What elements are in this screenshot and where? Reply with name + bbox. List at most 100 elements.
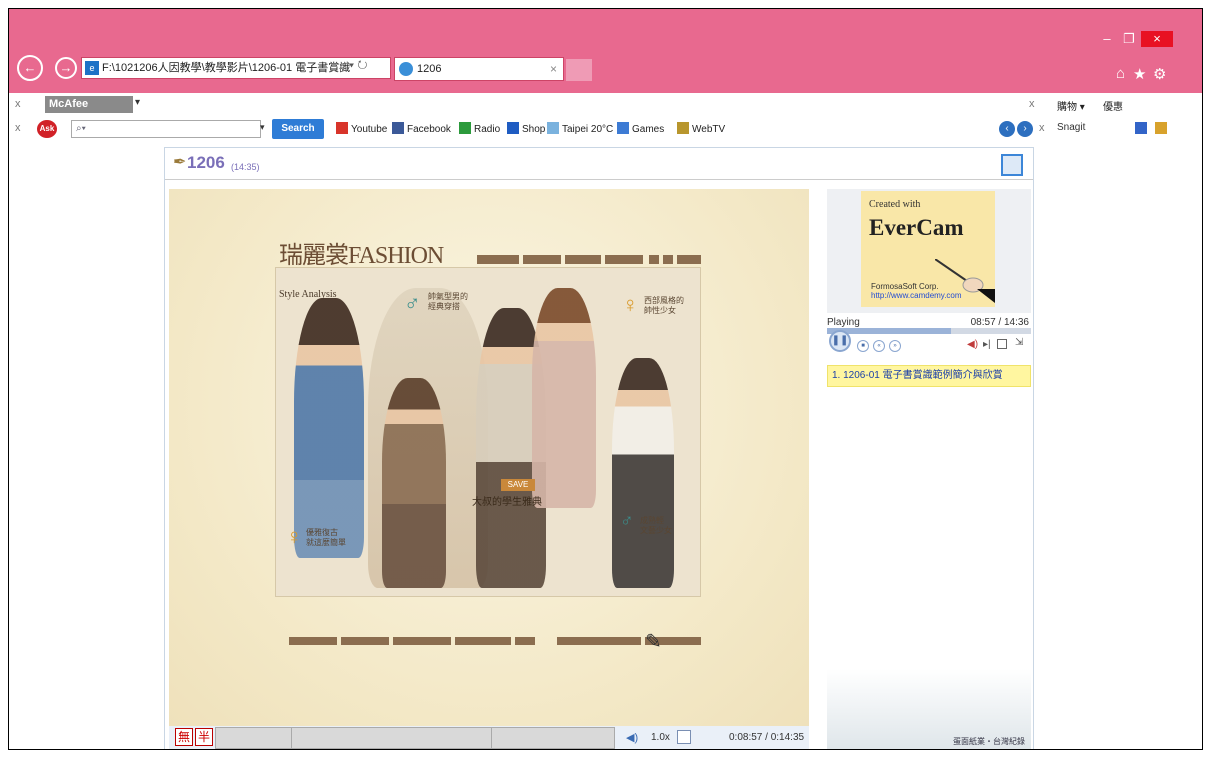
toolbar-close-icon[interactable]: x	[15, 98, 21, 110]
chapter-item[interactable]: 1. 1206-01 電子書賞識範例簡介與欣賞	[827, 365, 1031, 387]
female-symbol-icon: ♀	[286, 524, 303, 549]
back-button[interactable]: ←	[17, 55, 43, 81]
model-figure-5	[612, 358, 674, 588]
shortcut-link[interactable]: Radio	[459, 122, 500, 135]
ask-logo[interactable]: Ask	[37, 120, 57, 138]
rewind-button[interactable]: «	[873, 340, 885, 352]
address-text: F:\1021206人因教學\教學影片\1206-01 電子書賞識	[102, 62, 351, 74]
magazine-nav-pill	[663, 255, 673, 264]
shortcut-label: WebTV	[692, 124, 726, 135]
shortcut-icon	[459, 122, 471, 134]
address-search-refresh-icon[interactable]: ⌕ ▾ ↻	[339, 58, 368, 73]
shortcut-link[interactable]: Youtube	[336, 122, 387, 135]
magazine-nav-pill	[477, 255, 519, 264]
player-title: 1206	[187, 153, 225, 172]
scenery-caption: 蛋面紙業・台灣紀錄	[953, 737, 1025, 746]
shopping-button[interactable]: 購物 ▾	[1057, 98, 1085, 113]
caption-4: 成熟輕 文藝少女	[640, 516, 672, 535]
shortcut-link[interactable]: Games	[617, 122, 664, 135]
search-button[interactable]: Search	[272, 119, 324, 139]
ask-back-icon[interactable]: ‹	[999, 121, 1015, 137]
favorites-icon[interactable]: ★	[1133, 65, 1146, 83]
snagit-close-icon[interactable]: x	[1039, 122, 1045, 134]
model-figure-4	[532, 288, 596, 508]
magazine-nav-pill	[649, 255, 659, 264]
playback-speed[interactable]: 1.0x	[651, 732, 670, 743]
ask-dropdown-icon[interactable]: ▾	[260, 122, 265, 133]
maximize-button[interactable]: ❐	[1117, 31, 1141, 47]
magazine-nav-pill	[565, 255, 601, 264]
snagit-capture-icon[interactable]	[1135, 122, 1147, 134]
ask-forward-icon[interactable]: ›	[1017, 121, 1033, 137]
magazine-nav-segment	[557, 637, 641, 645]
fit-screen-icon[interactable]	[677, 730, 691, 744]
pause-button[interactable]: ❚❚	[829, 330, 851, 352]
player-duration: (14:35)	[231, 162, 260, 172]
shortcut-label: Facebook	[407, 124, 451, 135]
ime-composition-bar[interactable]	[215, 727, 615, 749]
magazine-nav-segment	[393, 637, 451, 645]
magazine-spread: ♂ 帥氣型男的 經典穿搭 ♀ 西部風格的 帥性少女 ♀ 優雅復古 就這麼簡單 ♂…	[275, 267, 701, 597]
mcafee-dropdown-icon[interactable]: ▾	[135, 97, 140, 108]
quill-icon: ✒	[173, 154, 187, 171]
shortcut-link[interactable]: Facebook	[392, 122, 451, 135]
fast-forward-button[interactable]: »	[889, 340, 901, 352]
shortcut-link[interactable]: Taipei 20°C	[547, 122, 613, 135]
playback-time: 08:57 / 14:36	[970, 317, 1029, 328]
snagit-editor-icon[interactable]	[1155, 122, 1167, 134]
male-symbol-icon: ♂	[404, 290, 421, 315]
ask-toolbar: x Ask ⌕▾ ▾ Search Youtube Facebook Radio Sh…	[9, 117, 1202, 141]
toolbar-close-icon-right[interactable]: x	[1029, 98, 1035, 110]
new-tab-button[interactable]	[566, 59, 592, 81]
side-panel: Created with EverCam FormosaSoft Corp. h…	[827, 189, 1033, 749]
home-icon[interactable]: ⌂	[1116, 65, 1125, 82]
shortcut-link[interactable]: Shop	[507, 122, 545, 135]
ime-mode-button[interactable]: 無	[175, 728, 193, 746]
ime-bar-segment	[216, 728, 292, 748]
magazine-nav-pill	[605, 255, 643, 264]
caption-1: 帥氣型男的 經典穿搭	[428, 292, 468, 311]
magazine-nav-segment	[341, 637, 389, 645]
minimize-button[interactable]: –	[1097, 31, 1117, 47]
shortcut-icon	[336, 122, 348, 134]
cursor-icon[interactable]: ⇲	[1015, 337, 1023, 348]
ask-search-input[interactable]: ⌕▾	[71, 120, 261, 138]
shortcut-icon	[677, 122, 689, 134]
coupon-button[interactable]: 優惠	[1103, 98, 1123, 113]
save-heading: 大叔的學生雅典	[472, 497, 542, 508]
next-chapter-icon[interactable]: ▸|	[983, 339, 991, 350]
volume-icon[interactable]: ◀)	[967, 339, 978, 350]
shortcut-icon	[507, 122, 519, 134]
tab-close-icon[interactable]: ×	[550, 58, 557, 80]
magazine-nav-segment	[515, 637, 535, 645]
progress-bar[interactable]	[827, 328, 1031, 334]
close-button[interactable]: ×	[1141, 31, 1173, 47]
screen-toggle-icon[interactable]	[997, 339, 1007, 349]
model-figure-1	[294, 298, 364, 558]
gear-icon[interactable]: ⚙	[1153, 65, 1166, 83]
ime-bar-segment	[292, 728, 492, 748]
shortcut-link[interactable]: WebTV	[677, 122, 725, 135]
tab-1206[interactable]: 1206 ×	[394, 57, 564, 81]
ask-toolbar-close-icon[interactable]: x	[15, 122, 21, 134]
magazine-nav-pill	[523, 255, 561, 264]
snagit-button[interactable]: Snagit	[1057, 122, 1085, 133]
fullscreen-button[interactable]	[1001, 154, 1023, 176]
control-time: 0:08:57 / 0:14:35	[729, 732, 805, 743]
ime-halfwidth-button[interactable]: 半	[195, 728, 213, 746]
pencil-cursor-icon: ✎	[645, 631, 662, 653]
evercam-corp: FormosaSoft Corp.	[871, 282, 939, 291]
mcafee-button[interactable]: McAfee	[45, 96, 133, 113]
volume-icon[interactable]: ◀)	[626, 731, 638, 744]
player-control-bar: 無 半 ◀) 1.0x 0:08:57 / 0:14:35	[169, 726, 809, 749]
tab-title: 1206	[417, 63, 442, 75]
scenery-image: 蛋面紙業・台灣紀錄	[827, 669, 1031, 749]
fashion-title: 瑞麗裳FASHION	[279, 243, 444, 269]
shortcut-icon	[617, 122, 629, 134]
player-header: ✒ 1206 (14:35)	[165, 148, 1033, 180]
evercam-banner: Created with EverCam FormosaSoft Corp. h…	[827, 189, 1031, 313]
shortcut-label: Radio	[474, 124, 501, 135]
stop-button[interactable]: ■	[857, 340, 869, 352]
magazine-nav-segment	[289, 637, 337, 645]
forward-button[interactable]: →	[55, 57, 77, 79]
